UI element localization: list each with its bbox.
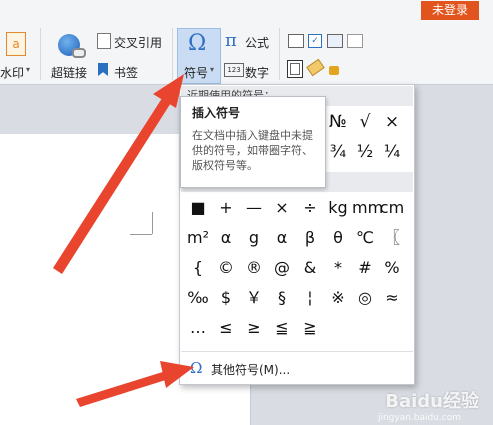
- margin-corner-mark: [152, 212, 153, 234]
- text-field-icon[interactable]: [288, 34, 304, 48]
- bookmark-button-label[interactable]: 书签: [114, 64, 138, 81]
- symbol-cell[interactable]: α: [269, 227, 295, 249]
- symbol-cell[interactable]: g: [241, 227, 267, 249]
- watermark-button-label[interactable]: 水印: [0, 64, 24, 81]
- title-strip: [0, 0, 493, 22]
- symbol-cell[interactable]: $: [213, 287, 239, 309]
- baidu-watermark: Baidu经验: [385, 391, 479, 412]
- number-icon[interactable]: 123: [224, 63, 244, 77]
- symbol-cell[interactable]: ℃: [352, 227, 378, 249]
- chevron-down-icon: ▾: [210, 65, 215, 74]
- eraser-icon[interactable]: [306, 58, 325, 77]
- symbol-cell[interactable]: ≈: [379, 287, 405, 309]
- symbol-cell[interactable]: #: [352, 257, 378, 279]
- symbol-cell[interactable]: ‰: [185, 287, 211, 309]
- symbol-cell[interactable]: θ: [325, 227, 351, 249]
- symbol-button-label: 符号: [184, 66, 209, 80]
- symbol-cell[interactable]: ©: [213, 257, 239, 279]
- more-symbols-menu-item[interactable]: 其他符号(M)...: [211, 361, 290, 378]
- margin-corner-mark: [130, 234, 152, 235]
- symbol-cell[interactable]: §: [269, 287, 295, 309]
- symbol-cell[interactable]: 〖: [379, 227, 405, 249]
- menu-divider: [181, 351, 413, 352]
- symbol-cell[interactable]: {: [185, 257, 211, 279]
- ribbon-divider: [40, 28, 41, 80]
- chevron-down-icon: ▾: [26, 65, 31, 74]
- omega-icon: Ω: [188, 31, 207, 56]
- symbol-cell[interactable]: ¦: [297, 287, 323, 309]
- symbol-cell[interactable]: mm: [352, 197, 383, 219]
- properties-icon[interactable]: [347, 34, 363, 48]
- field-shading-icon[interactable]: [287, 60, 303, 78]
- omega-icon: Ω: [190, 359, 203, 377]
- formula-button-label[interactable]: 公式: [245, 34, 269, 51]
- pi-formula-icon[interactable]: π: [225, 30, 237, 51]
- hyperlink-button-label[interactable]: 超链接: [51, 64, 87, 81]
- symbol-cell[interactable]: ※: [325, 287, 351, 309]
- symbol-cell[interactable]: ◎: [352, 287, 378, 309]
- symbol-cell[interactable]: ®: [241, 257, 267, 279]
- dropdown-field-icon[interactable]: [327, 34, 343, 48]
- number-button-label[interactable]: 数字: [245, 64, 269, 81]
- recent-symbol[interactable]: ½: [352, 140, 378, 164]
- symbol-cell[interactable]: +: [213, 197, 239, 219]
- symbol-cell[interactable]: ×: [269, 197, 295, 219]
- symbol-cell[interactable]: &: [297, 257, 323, 279]
- bookmark-icon[interactable]: [98, 63, 108, 76]
- login-button[interactable]: 未登录: [421, 1, 479, 20]
- baidu-watermark-url: jingyan.baidu.com: [377, 413, 461, 423]
- cross-reference-icon[interactable]: [97, 33, 111, 49]
- symbol-cell[interactable]: ￥: [241, 287, 267, 309]
- symbol-cell[interactable]: —: [241, 197, 267, 219]
- symbol-cell[interactable]: ≧: [297, 317, 323, 339]
- recent-symbol[interactable]: №: [325, 110, 351, 134]
- symbol-cell[interactable]: m²: [185, 227, 211, 249]
- recent-symbol[interactable]: ¾: [325, 140, 351, 164]
- symbol-cell[interactable]: ■: [185, 197, 211, 219]
- ribbon-divider: [279, 28, 280, 80]
- symbol-cell[interactable]: …: [185, 317, 211, 339]
- recent-symbol[interactable]: √: [352, 110, 378, 134]
- watermark-icon[interactable]: a: [6, 32, 26, 56]
- cross-reference-button-label[interactable]: 交叉引用: [114, 34, 162, 51]
- symbol-tooltip: 插入符号 在文档中插入键盘中未提供的符号，如带圈字符、版权符号等。: [180, 96, 326, 188]
- checkbox-icon[interactable]: ✓: [308, 34, 322, 48]
- recent-symbol[interactable]: ¼: [379, 140, 405, 164]
- link-chain-icon: [72, 48, 86, 58]
- symbol-cell[interactable]: ≥: [241, 317, 267, 339]
- tooltip-title: 插入符号: [192, 106, 241, 120]
- ribbon-divider: [172, 28, 173, 80]
- symbol-cell[interactable]: β: [297, 227, 323, 249]
- symbol-cell[interactable]: ÷: [297, 197, 323, 219]
- symbol-cell[interactable]: ≤: [213, 317, 239, 339]
- symbol-cell[interactable]: *: [325, 257, 351, 279]
- symbol-cell[interactable]: ≦: [269, 317, 295, 339]
- symbol-cell[interactable]: α: [213, 227, 239, 249]
- symbol-cell[interactable]: cm: [379, 197, 405, 219]
- insert-ribbon: a 水印 ▾ 超链接 交叉引用 书签 Ω 符号 ▾ π 公式 123 数字 ✓: [0, 22, 493, 85]
- recent-symbol[interactable]: ×: [379, 110, 405, 134]
- lock-icon[interactable]: [329, 66, 339, 75]
- tooltip-description: 在文档中插入键盘中未提供的符号，如带圈字符、版权符号等。: [192, 129, 313, 172]
- symbol-cell[interactable]: @: [269, 257, 295, 279]
- symbol-cell[interactable]: kg: [325, 197, 351, 219]
- symbol-cell[interactable]: %: [379, 257, 405, 279]
